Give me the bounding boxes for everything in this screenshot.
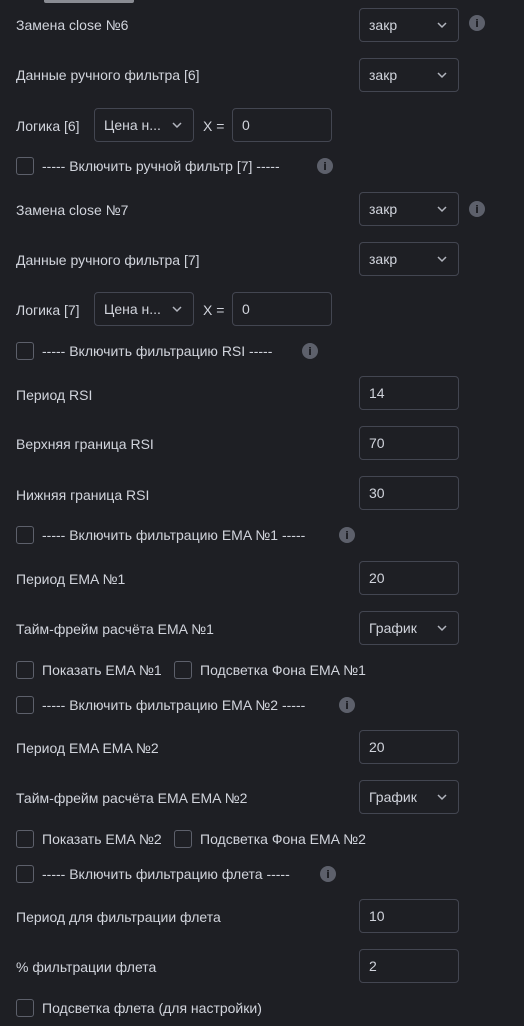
- enable-manual-filter-7-label: ----- Включить ручной фильтр [7] -----: [42, 158, 280, 174]
- manual-filter-data-6-select[interactable]: закр: [359, 58, 459, 92]
- flat-filter-period-label: Период для фильтрации флета: [16, 909, 221, 925]
- manual-filter-data-7-label: Данные ручного фильтра [7]: [16, 252, 200, 268]
- enable-rsi-filter-checkbox[interactable]: [16, 342, 34, 360]
- chevron-down-icon: [437, 206, 447, 213]
- chevron-down-icon: [437, 22, 447, 29]
- logic-7-select[interactable]: Цена н...: [94, 292, 194, 326]
- rsi-period-input[interactable]: 14: [359, 376, 459, 410]
- manual-filter-data-6-label: Данные ручного фильтра [6]: [16, 67, 200, 83]
- rsi-period-label: Период RSI: [16, 387, 93, 403]
- info-icon[interactable]: i: [339, 527, 355, 543]
- logic-6-x-input[interactable]: 0: [232, 108, 332, 142]
- logic-6-label: Логика [6]: [16, 118, 80, 134]
- info-icon[interactable]: i: [469, 15, 485, 31]
- chevron-down-icon: [437, 625, 447, 632]
- chevron-down-icon: [437, 72, 447, 79]
- ema2-timeframe-select[interactable]: График: [359, 780, 459, 814]
- ema1-period-input[interactable]: 20: [359, 561, 459, 595]
- ema1-bg-highlight-checkbox[interactable]: [174, 661, 192, 679]
- enable-ema2-filter-checkbox[interactable]: [16, 696, 34, 714]
- logic-7-x-input[interactable]: 0: [232, 292, 332, 326]
- logic-6-select[interactable]: Цена н...: [94, 108, 194, 142]
- enable-flat-filter-checkbox[interactable]: [16, 865, 34, 883]
- enable-ema2-filter-label: ----- Включить фильтрацию EMA №2 -----: [42, 697, 306, 713]
- ema2-bg-highlight-label: Подсветка Фона EMA №2: [200, 831, 366, 847]
- rsi-lower-input[interactable]: 30: [359, 476, 459, 510]
- ema2-bg-highlight-checkbox[interactable]: [174, 830, 192, 848]
- replace-close-7-label: Замена close №7: [16, 202, 129, 218]
- x-equals-label: X =: [203, 118, 225, 134]
- ema1-period-label: Период EMA №1: [16, 571, 126, 587]
- info-icon[interactable]: i: [320, 866, 336, 882]
- chevron-down-icon: [437, 256, 447, 263]
- info-icon[interactable]: i: [339, 697, 355, 713]
- show-ema1-label: Показать EMA №1: [42, 662, 162, 678]
- info-icon[interactable]: i: [469, 201, 485, 217]
- enable-manual-filter-7-checkbox[interactable]: [16, 157, 34, 175]
- flat-highlight-checkbox[interactable]: [16, 999, 34, 1017]
- show-ema2-label: Показать EMA №2: [42, 831, 162, 847]
- ema2-timeframe-label: Тайм-фрейм расчёта EMA EMA №2: [16, 790, 248, 806]
- rsi-lower-label: Нижняя граница RSI: [16, 487, 150, 503]
- replace-close-7-select[interactable]: закр: [359, 192, 459, 226]
- show-ema1-checkbox[interactable]: [16, 661, 34, 679]
- logic-7-label: Логика [7]: [16, 302, 80, 318]
- replace-close-6-label: Замена close №6: [16, 17, 129, 33]
- info-icon[interactable]: i: [317, 158, 333, 174]
- chevron-down-icon: [172, 306, 182, 313]
- replace-close-6-select[interactable]: закр: [359, 8, 459, 42]
- ema2-period-input[interactable]: 20: [359, 730, 459, 764]
- flat-highlight-label: Подсветка флета (для настройки): [42, 1000, 262, 1016]
- flat-filter-percent-input[interactable]: 2: [359, 949, 459, 983]
- x-equals-label: X =: [203, 302, 225, 318]
- chevron-down-icon: [172, 122, 182, 129]
- info-icon[interactable]: i: [302, 343, 318, 359]
- ema2-period-label: Период EMA EMA №2: [16, 740, 159, 756]
- rsi-upper-input[interactable]: 70: [359, 426, 459, 460]
- ema1-timeframe-select[interactable]: График: [359, 611, 459, 645]
- enable-ema1-filter-label: ----- Включить фильтрацию EMA №1 -----: [42, 527, 306, 543]
- ema1-bg-highlight-label: Подсветка Фона EMA №1: [200, 662, 366, 678]
- top-tab-indicator: [0, 0, 524, 3]
- chevron-down-icon: [437, 794, 447, 801]
- manual-filter-data-7-select[interactable]: закр: [359, 242, 459, 276]
- enable-rsi-filter-label: ----- Включить фильтрацию RSI -----: [42, 343, 273, 359]
- enable-ema1-filter-checkbox[interactable]: [16, 526, 34, 544]
- ema1-timeframe-label: Тайм-фрейм расчёта EMA №1: [16, 621, 214, 637]
- flat-filter-percent-label: % фильтрации флета: [16, 959, 157, 975]
- enable-flat-filter-label: ----- Включить фильтрацию флета -----: [42, 866, 290, 882]
- rsi-upper-label: Верхняя граница RSI: [16, 436, 154, 452]
- show-ema2-checkbox[interactable]: [16, 830, 34, 848]
- flat-filter-period-input[interactable]: 10: [359, 899, 459, 933]
